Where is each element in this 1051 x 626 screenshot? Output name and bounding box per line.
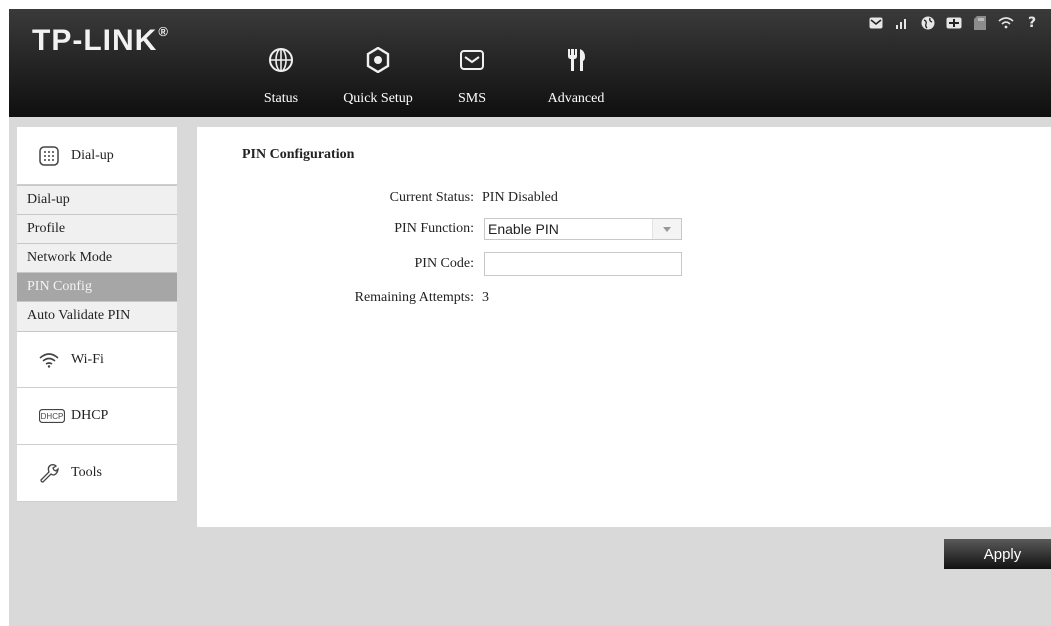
sidebar-group-label: DHCP: [71, 408, 109, 423]
help-icon[interactable]: ?: [1019, 13, 1045, 33]
remaining-attempts-value: 3: [482, 290, 489, 305]
apply-button[interactable]: Apply: [944, 539, 1051, 569]
sidebar-group-label: Dial-up: [71, 147, 114, 163]
section-title: PIN Configuration: [242, 147, 355, 162]
sidebar-group-label: Tools: [71, 465, 102, 480]
sidebar-item-pin-config[interactable]: PIN Config: [17, 272, 177, 301]
chevron-down-icon[interactable]: [652, 219, 681, 239]
nav-status-label: Status: [263, 91, 299, 106]
envelope-icon: [459, 47, 485, 73]
nav-quick-setup-label: Quick Setup: [343, 91, 413, 106]
wifi-icon: [39, 350, 59, 370]
sidebar-item-network-mode[interactable]: Network Mode: [17, 243, 177, 272]
pin-code-input[interactable]: [484, 252, 682, 276]
dhcp-icon: DHCP: [39, 406, 65, 426]
sidebar-group-label: Wi-Fi: [71, 351, 104, 367]
sidebar: Dial-up Dial-up Profile Network Mode PIN…: [17, 127, 177, 502]
nav-quick-setup[interactable]: Quick Setup: [333, 41, 423, 117]
sidebar-group-dhcp[interactable]: DHCP DHCP: [17, 388, 177, 445]
sidebar-group-dial-up[interactable]: Dial-up: [17, 127, 177, 185]
pin-code-row: PIN Code:: [197, 252, 797, 276]
remaining-attempts-row: Remaining Attempts: 3: [197, 287, 797, 309]
sidebar-item-profile[interactable]: Profile: [17, 214, 177, 243]
remaining-attempts-label: Remaining Attempts:: [354, 290, 474, 305]
nav-status[interactable]: Status: [236, 41, 326, 117]
signal-icon: [889, 13, 915, 33]
tp-link-logo: TP-LINK®: [32, 24, 169, 58]
battery-icon: [941, 13, 967, 33]
nav-sms-label: SMS: [457, 91, 487, 106]
globe-icon: [915, 13, 941, 33]
pin-function-value: Enable PIN: [488, 221, 559, 237]
sidebar-group-wifi[interactable]: Wi-Fi: [17, 331, 177, 388]
dhcp-icon-text: DHCP: [41, 412, 64, 421]
main-panel: PIN Configuration Current Status: PIN Di…: [197, 127, 1051, 527]
current-status-label: Current Status:: [389, 190, 474, 205]
globe-icon: [268, 47, 294, 73]
logo-registered-mark: ®: [158, 24, 169, 39]
current-status-row: Current Status: PIN Disabled: [197, 187, 797, 209]
pin-function-label: PIN Function:: [394, 221, 474, 236]
wifi-icon: [993, 13, 1019, 33]
nav-sms[interactable]: SMS: [427, 41, 517, 117]
logo-text: TP-LINK: [32, 24, 158, 57]
dialpad-icon: [39, 145, 59, 166]
pin-function-select[interactable]: Enable PIN: [484, 218, 682, 240]
gear-icon: [365, 46, 391, 74]
pin-function-row: PIN Function: Enable PIN: [197, 218, 797, 240]
tools-icon: [563, 47, 589, 73]
message-icon[interactable]: [863, 13, 889, 33]
nav-advanced-label: Advanced: [547, 91, 605, 106]
sd-card-icon: [967, 13, 993, 33]
pin-code-label: PIN Code:: [414, 256, 475, 271]
sidebar-group-tools[interactable]: Tools: [17, 445, 177, 502]
sidebar-item-auto-validate-pin[interactable]: Auto Validate PIN: [17, 301, 177, 331]
status-icon-bar: ?: [863, 13, 1045, 33]
current-status-value: PIN Disabled: [482, 190, 558, 205]
top-header: TP-LINK® ? Status Quick Setup SMS Advanc…: [9, 9, 1051, 117]
wrench-icon: [39, 463, 59, 483]
sidebar-item-dial-up[interactable]: Dial-up: [17, 185, 177, 214]
nav-advanced[interactable]: Advanced: [531, 41, 621, 117]
